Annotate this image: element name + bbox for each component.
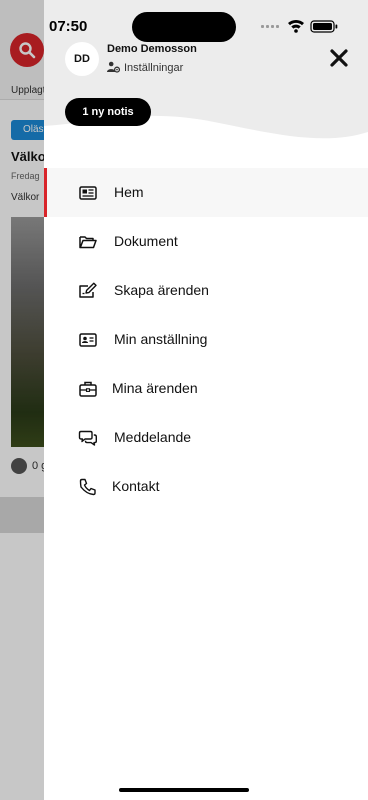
menu-item-hem[interactable]: Hem [44, 168, 368, 217]
close-icon[interactable] [329, 48, 349, 68]
menu-item-dokument[interactable]: Dokument [44, 217, 368, 266]
menu-label-dokument: Dokument [114, 233, 178, 249]
navigation-drawer: 07:50 DD Demo Demosson Inställningar 1 n… [44, 0, 368, 800]
menu-label-min-anstallning: Min anställning [114, 331, 208, 347]
newspaper-icon [79, 186, 97, 200]
menu-label-kontakt: Kontakt [112, 478, 160, 494]
status-icons [261, 19, 338, 33]
menu-item-meddelande[interactable]: Meddelande [44, 413, 368, 462]
menu-item-skapa-arenden[interactable]: Skapa ärenden [44, 266, 368, 315]
id-card-icon [79, 333, 97, 347]
menu-item-kontakt[interactable]: Kontakt [44, 462, 368, 511]
settings-link[interactable]: Inställningar [124, 62, 183, 74]
notification-pill[interactable]: 1 ny notis [65, 98, 151, 126]
chat-icon [78, 430, 97, 446]
folder-icon [79, 236, 97, 249]
user-settings-icon[interactable] [107, 61, 120, 73]
avatar[interactable]: DD [65, 42, 99, 76]
user-name: Demo Demosson [107, 43, 197, 55]
edit-icon [79, 282, 97, 298]
signal-icon [261, 25, 279, 28]
briefcase-icon [79, 381, 97, 397]
home-indicator[interactable] [119, 788, 249, 792]
menu-label-mina-arenden: Mina ärenden [112, 380, 198, 396]
dynamic-island [132, 12, 236, 42]
battery-icon [310, 20, 338, 33]
menu-label-meddelande: Meddelande [114, 429, 192, 445]
phone-icon [79, 478, 96, 496]
menu-label-skapa-arenden: Skapa ärenden [114, 282, 209, 298]
menu-item-min-anstallning[interactable]: Min anställning [44, 315, 368, 364]
menu-item-mina-arenden[interactable]: Mina ärenden [44, 364, 368, 413]
status-time: 07:50 [49, 18, 88, 35]
wifi-icon [288, 19, 304, 33]
menu-label-hem: Hem [114, 184, 144, 200]
